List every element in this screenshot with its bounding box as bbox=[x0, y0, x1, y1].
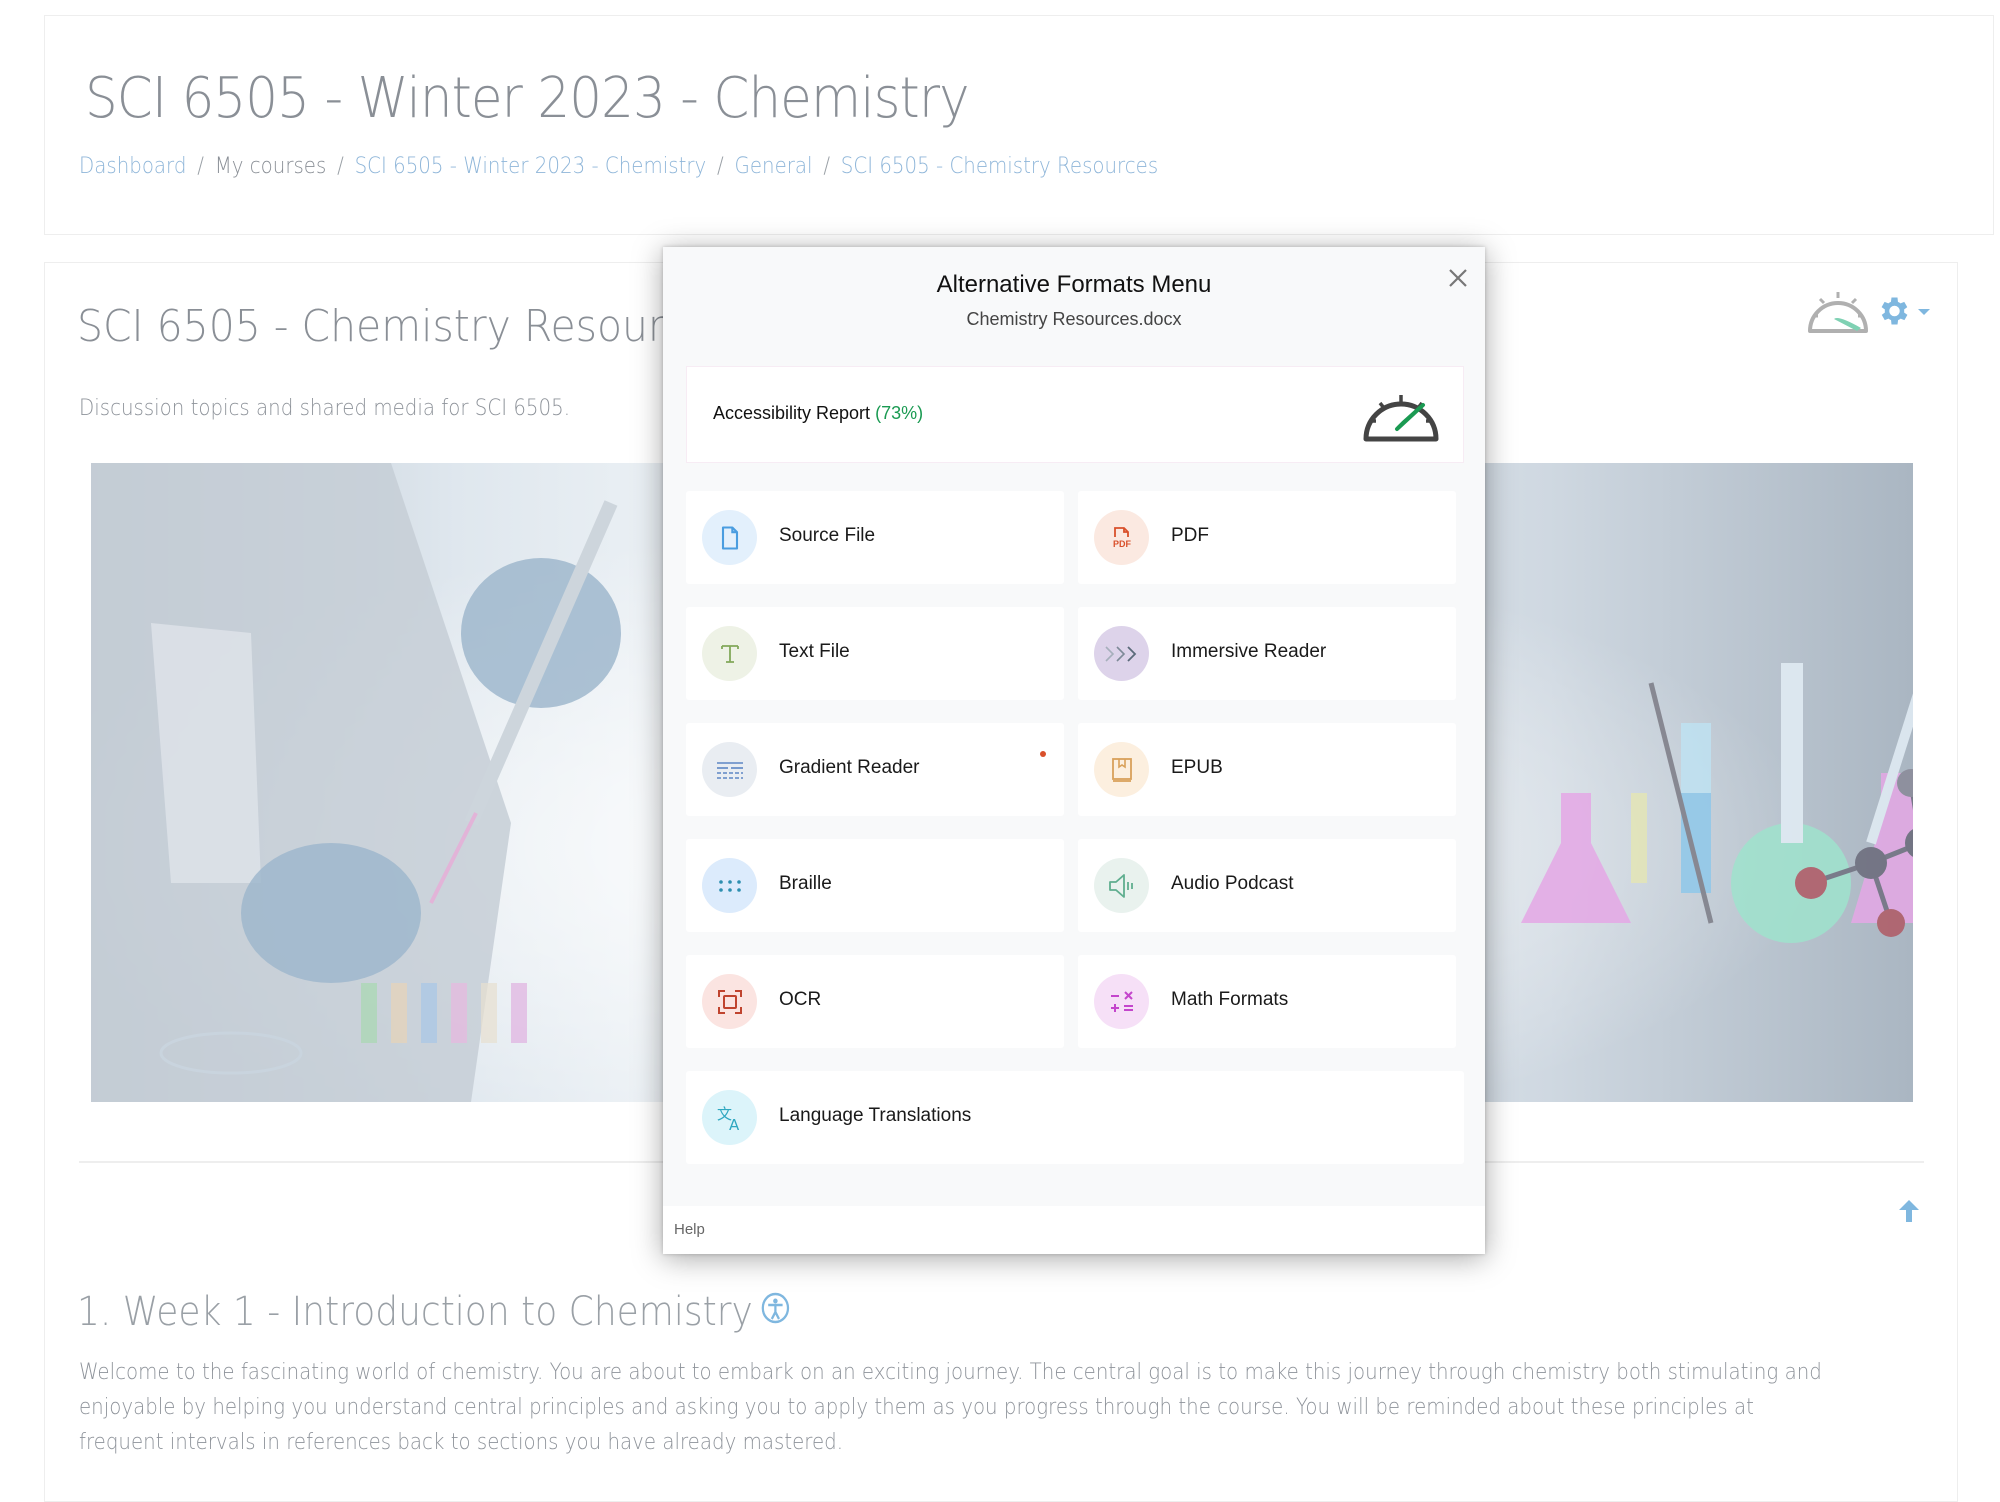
week-description-line: Welcome to the fascinating world of chem… bbox=[79, 1360, 1822, 1385]
breadcrumb-separator: / bbox=[337, 154, 344, 179]
section-description: Discussion topics and shared media for S… bbox=[79, 396, 571, 421]
svg-text:PDF: PDF bbox=[1113, 539, 1132, 549]
format-option-source-file[interactable]: Source File bbox=[686, 491, 1064, 584]
gauge-icon bbox=[1361, 383, 1441, 450]
accessibility-report-button[interactable]: Accessibility Report (73%) bbox=[686, 366, 1464, 463]
week-title: 1. Week 1 - Introduction to Chemistry bbox=[77, 1289, 791, 1335]
breadcrumb-course[interactable]: SCI 6505 - Winter 2023 - Chemistry bbox=[355, 154, 707, 179]
week-title-text: 1. Week 1 - Introduction to Chemistry bbox=[77, 1289, 753, 1335]
modal-footer: Help bbox=[663, 1206, 1485, 1254]
week-description: Welcome to the fascinating world of chem… bbox=[79, 1355, 1951, 1460]
book-icon bbox=[1094, 742, 1149, 797]
format-option-label: Text File bbox=[779, 641, 850, 662]
page-title: SCI 6505 - Winter 2023 - Chemistry bbox=[85, 66, 970, 131]
accessibility-icon[interactable] bbox=[760, 1289, 791, 1335]
format-option-language-translations[interactable]: 文 A Language Translations bbox=[686, 1071, 1464, 1164]
format-option-label: Immersive Reader bbox=[1171, 641, 1327, 662]
new-badge-dot bbox=[1040, 751, 1046, 757]
pdf-icon: PDF bbox=[1094, 510, 1149, 565]
week-description-line: enjoyable by helping you understand cent… bbox=[79, 1395, 1754, 1420]
modal-filename: Chemistry Resources.docx bbox=[966, 309, 1182, 329]
format-option-epub[interactable]: EPUB bbox=[1078, 723, 1456, 816]
close-icon[interactable] bbox=[1445, 265, 1471, 291]
breadcrumb: Dashboard / My courses / SCI 6505 - Winter 2… bbox=[79, 154, 1158, 179]
report-score: (73%) bbox=[875, 403, 924, 423]
format-option-label: OCR bbox=[779, 989, 822, 1010]
breadcrumb-separator: / bbox=[823, 154, 831, 179]
chevrons-right-icon bbox=[1094, 626, 1149, 681]
format-option-text-file[interactable]: Text File bbox=[686, 607, 1064, 700]
scan-icon bbox=[702, 974, 757, 1029]
svg-text:A: A bbox=[729, 1116, 740, 1133]
breadcrumb-general[interactable]: General bbox=[734, 154, 812, 179]
breadcrumb-my-courses: My courses bbox=[214, 154, 327, 179]
gradient-lines-icon bbox=[702, 742, 757, 797]
format-option-audio-podcast[interactable]: Audio Podcast bbox=[1078, 839, 1456, 932]
braille-dots-icon bbox=[702, 858, 757, 913]
week-description-line: frequent intervals in references back to… bbox=[79, 1430, 844, 1455]
speaker-icon bbox=[1094, 858, 1149, 913]
gear-icon[interactable] bbox=[1875, 293, 1911, 334]
translate-icon: 文A bbox=[702, 1090, 757, 1145]
section-title: SCI 6505 - Chemistry Resources bbox=[77, 301, 733, 352]
breadcrumb-separator: / bbox=[717, 154, 724, 179]
format-option-label: Audio Podcast bbox=[1171, 873, 1294, 894]
report-label-text: Accessibility Report bbox=[713, 403, 871, 423]
modal-title: Alternative Formats Menu bbox=[936, 271, 1212, 298]
format-option-gradient-reader[interactable]: Gradient Reader bbox=[686, 723, 1064, 816]
math-symbols-icon bbox=[1094, 974, 1149, 1029]
help-link[interactable]: Help bbox=[674, 1221, 705, 1238]
format-option-pdf[interactable]: PDF PDF bbox=[1078, 491, 1456, 584]
breadcrumb-separator: / bbox=[197, 154, 204, 179]
breadcrumb-dashboard[interactable]: Dashboard bbox=[79, 154, 186, 179]
alternative-formats-modal: Alternative Formats Menu Chemistry Resou… bbox=[663, 247, 1485, 1254]
format-option-immersive-reader[interactable]: Immersive Reader bbox=[1078, 607, 1456, 700]
format-option-label: Math Formats bbox=[1171, 989, 1289, 1010]
text-t-icon bbox=[702, 626, 757, 681]
file-icon bbox=[702, 510, 757, 565]
section-tools bbox=[1805, 285, 1933, 342]
course-header: SCI 6505 - Winter 2023 - Chemistry Dashb… bbox=[44, 15, 1994, 235]
arrow-up-icon[interactable] bbox=[1895, 1197, 1923, 1225]
caret-down-icon[interactable] bbox=[1915, 305, 1933, 323]
format-option-label: PDF bbox=[1171, 525, 1209, 546]
breadcrumb-resource[interactable]: SCI 6505 - Chemistry Resources bbox=[841, 154, 1158, 179]
format-option-ocr[interactable]: OCR bbox=[686, 955, 1064, 1048]
format-option-label: Source File bbox=[779, 525, 876, 546]
format-option-braille[interactable]: Braille bbox=[686, 839, 1064, 932]
accessibility-report-label: Accessibility Report (73%) bbox=[713, 403, 923, 424]
gauge-icon[interactable] bbox=[1805, 285, 1871, 342]
format-option-label: EPUB bbox=[1171, 757, 1223, 778]
format-option-label: Language Translations bbox=[779, 1105, 972, 1126]
format-option-math-formats[interactable]: Math Formats bbox=[1078, 955, 1456, 1048]
format-option-label: Gradient Reader bbox=[779, 757, 920, 778]
format-option-label: Braille bbox=[779, 873, 832, 894]
